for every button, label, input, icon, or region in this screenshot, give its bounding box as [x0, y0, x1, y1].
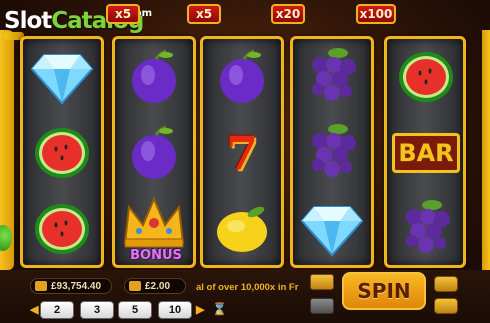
- watermelon-symbol: [23, 115, 101, 191]
- diamond-symbol: [293, 191, 371, 265]
- diamond-icon: [300, 206, 364, 257]
- reel-5: BAR: [384, 36, 466, 268]
- bet-option-button[interactable]: 5: [118, 301, 152, 319]
- plum-icon: [132, 125, 176, 179]
- bar-symbol: BAR: [387, 115, 463, 191]
- grapes-icon: [312, 124, 356, 177]
- settings-button[interactable]: [310, 298, 334, 314]
- reel-3: 7: [200, 36, 284, 268]
- wallet-icon: [35, 281, 47, 291]
- watermelon-symbol: [23, 191, 101, 265]
- grapes-symbol: [387, 191, 463, 265]
- autoplay-button[interactable]: [434, 276, 458, 292]
- multiplier-badge-reel-2: x5: [106, 4, 140, 24]
- multiplier-badge-reel-4: x20: [271, 4, 305, 24]
- bet-display: £2.00: [124, 278, 186, 294]
- seven-symbol: 7: [203, 115, 281, 191]
- paytable-button[interactable]: [310, 274, 334, 290]
- reel-4: [290, 36, 374, 268]
- grapes-icon: [406, 200, 450, 253]
- bet-decrease-arrow[interactable]: ◀: [30, 303, 40, 317]
- plum-icon: [132, 49, 176, 103]
- grapes-symbol: [293, 39, 371, 115]
- bonus-label: BONUS: [130, 248, 182, 263]
- bonus-symbol: BONUS: [115, 191, 193, 265]
- menu-button[interactable]: [434, 298, 458, 314]
- crown-icon: [123, 196, 185, 248]
- bar-plate: BAR: [392, 133, 460, 173]
- plum-symbol: [203, 39, 281, 115]
- watermelon-icon: [399, 52, 453, 102]
- bet-option-button[interactable]: 2: [40, 301, 74, 319]
- watermelon-symbol: [387, 39, 463, 115]
- multiplier-badge-reel-5: x100: [356, 4, 396, 24]
- grapes-symbol: [293, 115, 371, 191]
- lemon-icon: [217, 206, 267, 252]
- reel-1: [20, 36, 104, 268]
- plum-symbol: [115, 115, 193, 191]
- watermelon-icon: [35, 128, 89, 178]
- coins-icon: [129, 281, 141, 291]
- balance-display: £93,754.40: [30, 278, 112, 294]
- bet-option-button[interactable]: 10: [158, 301, 192, 319]
- spin-button[interactable]: SPIN: [342, 272, 426, 310]
- balance-value: £93,754.40: [51, 280, 102, 292]
- bar-text: BAR: [398, 139, 454, 167]
- bet-value: £2.00: [145, 280, 171, 292]
- promo-ticker: al of over 10,000x in Fr: [196, 281, 299, 293]
- reel-2: BONUS: [112, 36, 196, 268]
- plum-icon: [220, 49, 264, 103]
- seven-text: 7: [225, 126, 258, 180]
- watermelon-icon: [35, 204, 89, 254]
- bet-increase-arrow[interactable]: ▶: [196, 303, 206, 317]
- diamond-icon: [30, 54, 94, 105]
- bet-option-button[interactable]: 3: [80, 301, 114, 319]
- right-frame-edge: [482, 30, 490, 270]
- diamond-symbol: [23, 39, 101, 115]
- hourglass-icon: ⌛: [212, 302, 227, 316]
- game-stage: SlotCatalog .com x5 x5 x20 x100: [0, 0, 490, 323]
- multiplier-badge-reel-3: x5: [187, 4, 221, 24]
- lemon-symbol: [203, 191, 281, 265]
- plum-symbol: [115, 39, 193, 115]
- grapes-icon: [312, 48, 356, 101]
- logo-slot-text: Slot: [4, 8, 52, 34]
